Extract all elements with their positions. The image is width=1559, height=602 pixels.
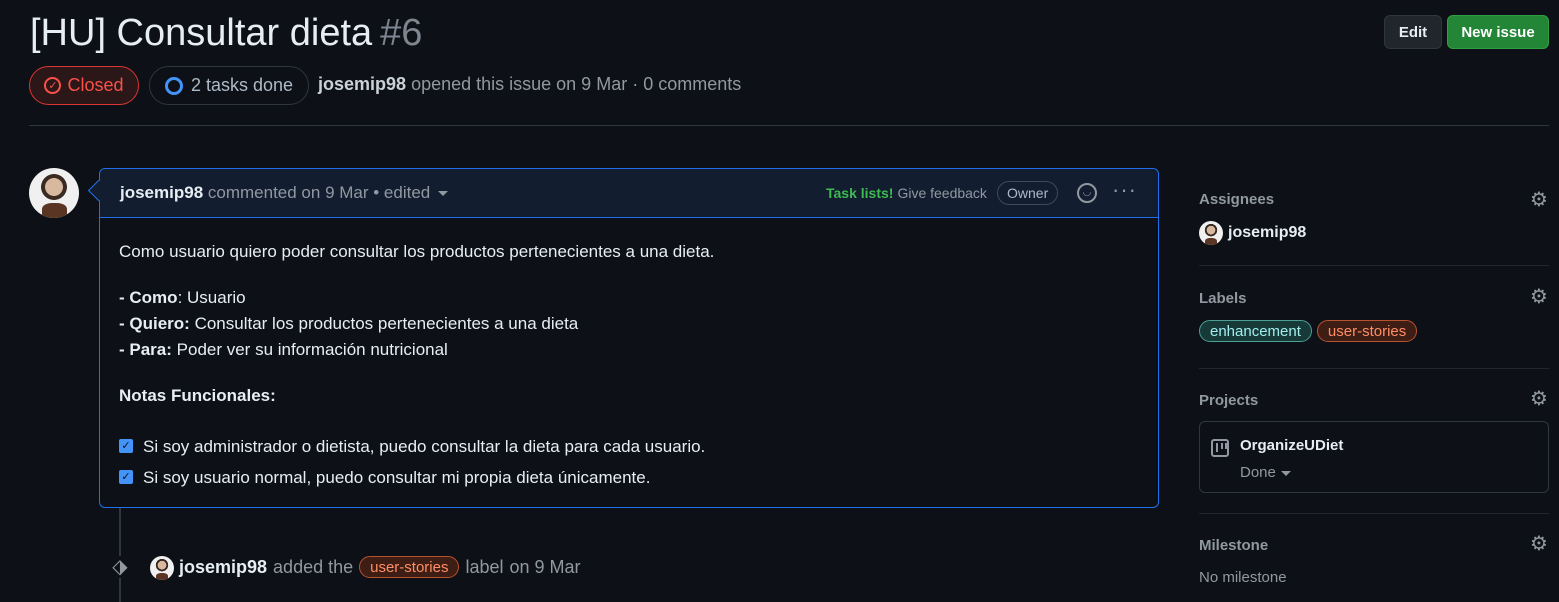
para-line: - Para: Poder ver su información nutrici… <box>119 340 448 359</box>
issue-author-link[interactable]: josemip98 <box>318 74 406 94</box>
project-status: Done <box>1240 464 1276 481</box>
issue-title-text: [HU] Consultar dieta <box>30 12 373 54</box>
como-line: - Como: Usuario <box>119 288 246 307</box>
issue-state-badge: ✓ Closed <box>29 66 139 105</box>
project-board-icon <box>1211 439 1229 457</box>
label-enhancement[interactable]: enhancement <box>1199 320 1312 342</box>
issue-opened-text: opened this issue on 9 Mar · 0 comments <box>411 74 742 94</box>
project-status-dropdown[interactable]: Done <box>1240 464 1291 481</box>
caret-down-icon <box>1280 470 1291 476</box>
task-progress-icon <box>164 76 183 95</box>
owner-badge: Owner <box>997 181 1059 205</box>
project-card[interactable]: OrganizeUDiet Done <box>1199 421 1549 493</box>
comment-author-avatar[interactable] <box>29 168 79 218</box>
gear-icon[interactable]: ⚙ <box>1529 534 1549 554</box>
timeline-line <box>119 508 121 602</box>
tag-icon: ⬗ <box>109 556 131 578</box>
comment-meta[interactable]: commented on 9 Mar • edited <box>208 183 430 202</box>
kebab-icon[interactable]: ··· <box>1112 177 1137 203</box>
para-label: Para: <box>129 340 172 359</box>
gear-icon[interactable]: ⚙ <box>1529 389 1549 409</box>
task-item: ✓ Si soy administrador o dietista, puedo … <box>119 431 714 462</box>
issue-state-label: Closed <box>67 75 124 95</box>
tasks-done-label: 2 tasks done <box>190 75 294 95</box>
task-text: Si soy usuario normal, puedo consultar m… <box>143 468 651 487</box>
closed-issue-icon: ✓ <box>44 77 62 94</box>
quiero-line: - Quiero: Consultar los productos perten… <box>119 314 579 333</box>
event-pre-text: added the <box>273 556 354 577</box>
tasks-progress-badge[interactable]: 2 tasks done <box>149 66 309 105</box>
projects-heading: Projects <box>1199 392 1259 409</box>
assignees-heading: Assignees <box>1199 191 1275 208</box>
gear-icon[interactable]: ⚙ <box>1529 287 1549 307</box>
event-time[interactable]: on 9 Mar <box>510 557 581 578</box>
label-user-stories[interactable]: user-stories <box>1316 320 1418 342</box>
give-feedback-link[interactable]: Give feedback <box>897 185 987 201</box>
sidebar-divider <box>1199 265 1549 266</box>
comment-header: josemip98 commented on 9 Mar • edited Ta… <box>100 169 1158 218</box>
comment-intro: Como usuario quiero poder consultar los … <box>119 242 715 261</box>
quiero-value: Consultar los productos pertenecientes a… <box>189 314 579 333</box>
task-checkbox[interactable]: ✓ <box>119 438 133 453</box>
comment-author-line: josemip98 commented on 9 Mar • edited <box>120 183 449 203</box>
caret-down-icon[interactable] <box>438 191 449 197</box>
como-label: Como <box>129 288 178 307</box>
task-lists-label: Task lists! <box>826 185 894 201</box>
task-lists-feedback: Task lists! Give feedback <box>826 185 987 201</box>
smiley-icon[interactable]: ◡ <box>1077 183 1097 203</box>
edit-button[interactable]: Edit <box>1384 15 1442 49</box>
task-checkbox[interactable]: ✓ <box>119 469 133 484</box>
issue-title: [HU] Consultar dieta #6 <box>30 10 422 56</box>
event-post-text: label <box>465 556 504 577</box>
comment-body: Como usuario quiero poder consultar los … <box>119 239 714 493</box>
como-value: : Usuario <box>177 288 246 307</box>
labels-heading: Labels <box>1199 290 1247 307</box>
comment-author-link[interactable]: josemip98 <box>120 183 203 202</box>
issue-number: #6 <box>380 12 423 54</box>
issue-meta: josemip98 opened this issue on 9 Mar · 0… <box>318 74 741 95</box>
event-actor-link[interactable]: josemip98 <box>179 557 267 578</box>
assignee-name[interactable]: josemip98 <box>1228 224 1306 242</box>
para-value: Poder ver su información nutricional <box>171 340 448 359</box>
event-actor-avatar[interactable] <box>150 556 174 580</box>
notes-heading: Notas Funcionales: <box>119 386 276 405</box>
sidebar-divider <box>1199 513 1549 514</box>
sidebar-divider <box>1199 368 1549 369</box>
label-list: enhancement user-stories <box>1199 320 1418 342</box>
milestone-heading: Milestone <box>1199 537 1269 554</box>
header-divider <box>29 125 1549 126</box>
assignee-avatar[interactable] <box>1199 221 1223 245</box>
event-label-pill[interactable]: user-stories <box>359 556 460 578</box>
timeline-event: josemip98 added the user-stories label o… <box>179 556 581 578</box>
task-item: ✓ Si soy usuario normal, puedo consultar … <box>119 462 714 493</box>
milestone-value: No milestone <box>1199 569 1287 586</box>
task-text: Si soy administrador o dietista, puedo c… <box>143 437 706 456</box>
issue-comment: josemip98 commented on 9 Mar • edited Ta… <box>99 168 1159 508</box>
project-name[interactable]: OrganizeUDiet <box>1240 437 1343 454</box>
new-issue-button[interactable]: New issue <box>1447 15 1549 49</box>
gear-icon[interactable]: ⚙ <box>1529 190 1549 210</box>
quiero-label: Quiero: <box>129 314 190 333</box>
